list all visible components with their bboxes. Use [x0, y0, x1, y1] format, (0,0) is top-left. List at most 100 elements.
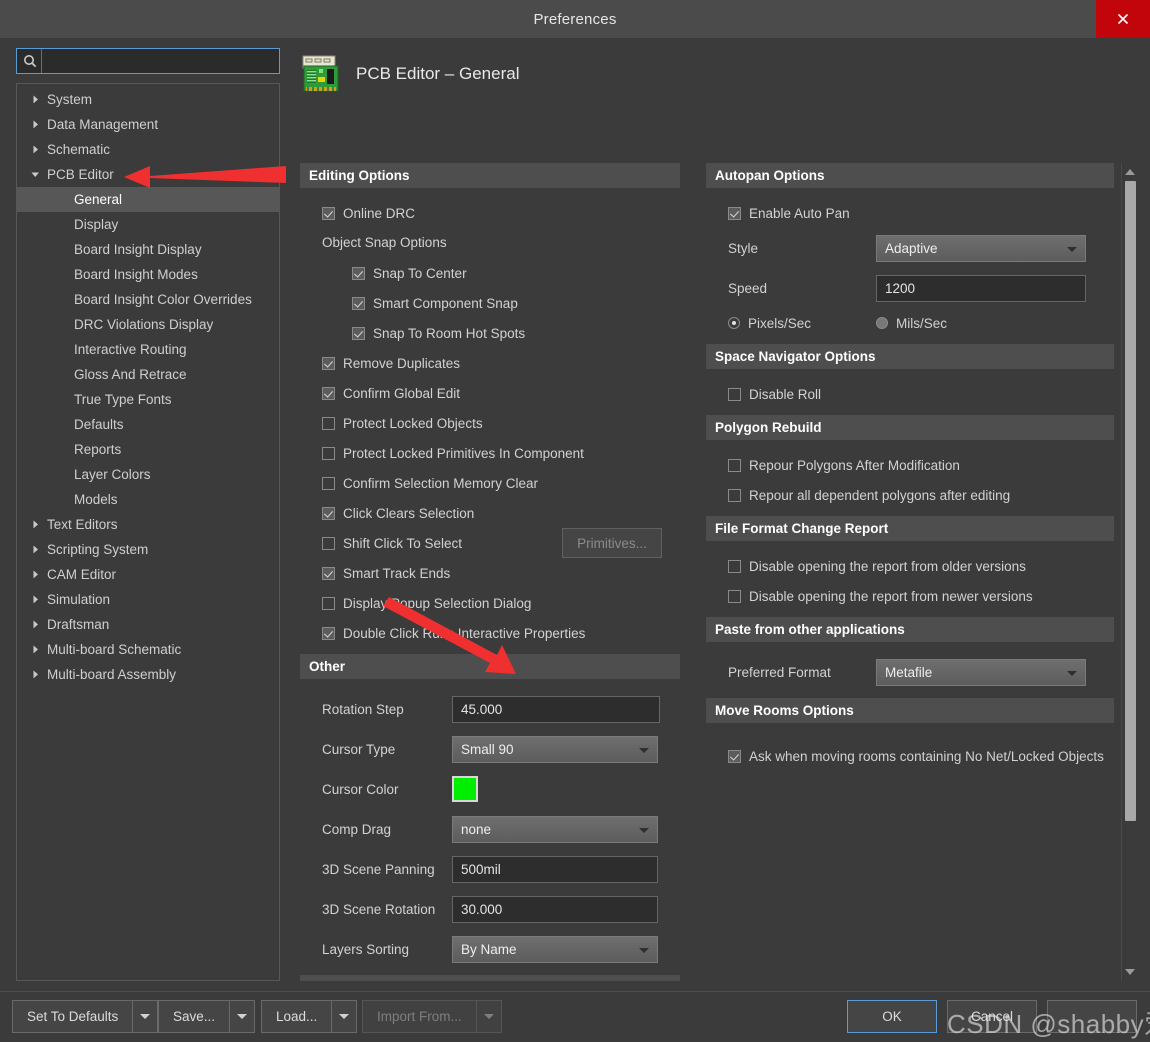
primitives-button[interactable]: Primitives... — [562, 528, 662, 558]
tree-collapse-icon[interactable] — [31, 170, 47, 179]
checkbox-display-popup-selection-dialog[interactable]: Display Popup Selection Dialog — [300, 588, 680, 618]
checkbox-confirm-selection-memory-clear[interactable]: Confirm Selection Memory Clear — [300, 468, 680, 498]
close-window-button[interactable] — [1096, 0, 1150, 38]
search-input[interactable] — [41, 49, 279, 73]
content-vertical-scrollbar[interactable] — [1121, 163, 1138, 981]
checkbox-icon — [728, 387, 741, 401]
scrollbar-thumb[interactable] — [1125, 181, 1136, 821]
sidebar-item-layer-colors[interactable]: Layer Colors — [17, 462, 279, 487]
checkbox-label: Snap To Room Hot Spots — [373, 325, 526, 341]
import-from-button[interactable]: Import From... — [362, 1000, 502, 1033]
checkbox-repour-polygons-after-modification[interactable]: Repour Polygons After Modification — [706, 450, 1114, 480]
tree-expand-icon[interactable] — [31, 520, 47, 529]
checkbox-icon — [322, 206, 335, 220]
group-body-move-rooms-options: Ask when moving rooms containing No Net/… — [706, 723, 1114, 777]
search-box[interactable] — [16, 48, 280, 74]
sidebar-item-draftsman[interactable]: Draftsman — [17, 612, 279, 637]
checkbox-protect-locked-objects[interactable]: Protect Locked Objects — [300, 408, 680, 438]
sidebar-item-simulation[interactable]: Simulation — [17, 587, 279, 612]
tree-expand-icon[interactable] — [31, 95, 47, 104]
checkbox-ask-when-moving-rooms[interactable]: Ask when moving rooms containing No Net/… — [706, 741, 1114, 771]
checkbox-enable-auto-pan[interactable]: Enable Auto Pan — [706, 198, 1114, 228]
checkbox-smart-track-ends[interactable]: Smart Track Ends — [300, 558, 680, 588]
sidebar-item-general[interactable]: General — [17, 187, 279, 212]
ok-button[interactable]: OK — [847, 1000, 937, 1033]
cancel-button[interactable]: Cancel — [947, 1000, 1037, 1033]
sidebar-item-models[interactable]: Models — [17, 487, 279, 512]
cursor-type-select[interactable]: Small 90 — [452, 735, 658, 763]
checkbox-snap-to-room-hot-spots[interactable]: Snap To Room Hot Spots — [300, 318, 680, 348]
tree-expand-icon[interactable] — [31, 145, 47, 154]
comp-drag-select[interactable]: none — [452, 815, 658, 843]
tree-expand-icon[interactable] — [31, 120, 47, 129]
preferences-tree[interactable]: System Data Management Schematic PCB Editor… — [16, 83, 280, 981]
checkbox-icon — [728, 206, 741, 220]
save-dropdown[interactable] — [229, 1000, 256, 1033]
scroll-up-arrow-icon[interactable] — [1125, 169, 1135, 175]
sidebar-item-text-editors[interactable]: Text Editors — [17, 512, 279, 537]
apply-button[interactable] — [1047, 1000, 1137, 1033]
load-button[interactable]: Load... — [261, 1000, 358, 1033]
tree-expand-icon[interactable] — [31, 620, 47, 629]
checkbox-confirm-global-edit[interactable]: Confirm Global Edit — [300, 378, 680, 408]
rotation-step-input[interactable] — [452, 695, 660, 723]
checkbox-click-clears-selection[interactable]: Click Clears Selection — [300, 498, 680, 528]
tree-expand-icon[interactable] — [31, 670, 47, 679]
radio-pixels-per-sec[interactable]: Pixels/Sec — [728, 316, 876, 331]
sidebar-item-interactive-routing[interactable]: Interactive Routing — [17, 337, 279, 362]
sidebar-item-label: Display — [74, 217, 119, 232]
sidebar-item-pcb-editor[interactable]: PCB Editor — [17, 162, 279, 187]
load-dropdown[interactable] — [331, 1000, 358, 1033]
radio-mils-per-sec[interactable]: Mils/Sec — [876, 316, 947, 331]
checkbox-label: Display Popup Selection Dialog — [343, 595, 532, 611]
cursor-color-swatch[interactable] — [452, 776, 478, 802]
sidebar-item-board-insight-color-overrides[interactable]: Board Insight Color Overrides — [17, 287, 279, 312]
sidebar-item-scripting-system[interactable]: Scripting System — [17, 537, 279, 562]
tree-expand-icon[interactable] — [31, 645, 47, 654]
set-to-defaults-dropdown[interactable] — [132, 1000, 159, 1033]
checkbox-disable-report-older-versions[interactable]: Disable opening the report from older ve… — [706, 551, 1114, 581]
sidebar-item-defaults[interactable]: Defaults — [17, 412, 279, 437]
sidebar-item-multi-board-assembly[interactable]: Multi-board Assembly — [17, 662, 279, 687]
field-3d-scene-panning: 3D Scene Panning — [300, 849, 680, 889]
checkbox-double-click-runs-interactive-properties[interactable]: Double Click Runs Interactive Properties — [300, 618, 680, 648]
sidebar-item-board-insight-display[interactable]: Board Insight Display — [17, 237, 279, 262]
import-from-dropdown[interactable] — [475, 1000, 502, 1033]
field-layers-sorting: Layers Sorting By Name — [300, 929, 680, 969]
sidebar-item-gloss-and-retrace[interactable]: Gloss And Retrace — [17, 362, 279, 387]
layers-sorting-select[interactable]: By Name — [452, 935, 658, 963]
sidebar-item-display[interactable]: Display — [17, 212, 279, 237]
checkbox-snap-to-center[interactable]: Snap To Center — [300, 258, 680, 288]
checkbox-remove-duplicates[interactable]: Remove Duplicates — [300, 348, 680, 378]
save-button[interactable]: Save... — [158, 1000, 256, 1033]
sidebar-item-schematic[interactable]: Schematic — [17, 137, 279, 162]
sidebar-item-board-insight-modes[interactable]: Board Insight Modes — [17, 262, 279, 287]
checkbox-online-drc[interactable]: Online DRC — [300, 198, 680, 228]
sidebar-item-drc-violations-display[interactable]: DRC Violations Display — [17, 312, 279, 337]
checkbox-disable-roll[interactable]: Disable Roll — [706, 379, 1114, 409]
tree-expand-icon[interactable] — [31, 545, 47, 554]
checkbox-icon — [728, 589, 741, 603]
autopan-speed-input[interactable] — [876, 274, 1086, 302]
sidebar-item-system[interactable]: System — [17, 87, 279, 112]
checkbox-disable-report-newer-versions[interactable]: Disable opening the report from newer ve… — [706, 581, 1114, 611]
set-to-defaults-button[interactable]: Set To Defaults — [12, 1000, 159, 1033]
checkbox-protect-locked-primitives[interactable]: Protect Locked Primitives In Component — [300, 438, 680, 468]
checkbox-repour-all-dependent-polygons[interactable]: Repour all dependent polygons after edit… — [706, 480, 1114, 510]
sidebar-item-reports[interactable]: Reports — [17, 437, 279, 462]
tree-expand-icon[interactable] — [31, 570, 47, 579]
scroll-down-arrow-icon[interactable] — [1125, 969, 1135, 975]
sidebar-item-cam-editor[interactable]: CAM Editor — [17, 562, 279, 587]
checkbox-smart-component-snap[interactable]: Smart Component Snap — [300, 288, 680, 318]
autopan-style-select[interactable]: Adaptive — [876, 234, 1086, 262]
sidebar-item-multi-board-schematic[interactable]: Multi-board Schematic — [17, 637, 279, 662]
scene-rotation-input[interactable] — [452, 895, 658, 923]
preferred-format-value: Metafile — [885, 664, 933, 680]
sidebar-item-true-type-fonts[interactable]: True Type Fonts — [17, 387, 279, 412]
preferred-format-select[interactable]: Metafile — [876, 658, 1086, 686]
sidebar-item-data-management[interactable]: Data Management — [17, 112, 279, 137]
tree-expand-icon[interactable] — [31, 595, 47, 604]
sidebar-item-label: Board Insight Display — [74, 242, 202, 257]
scene-panning-input[interactable] — [452, 855, 658, 883]
checkbox-label: Double Click Runs Interactive Properties — [343, 625, 586, 641]
